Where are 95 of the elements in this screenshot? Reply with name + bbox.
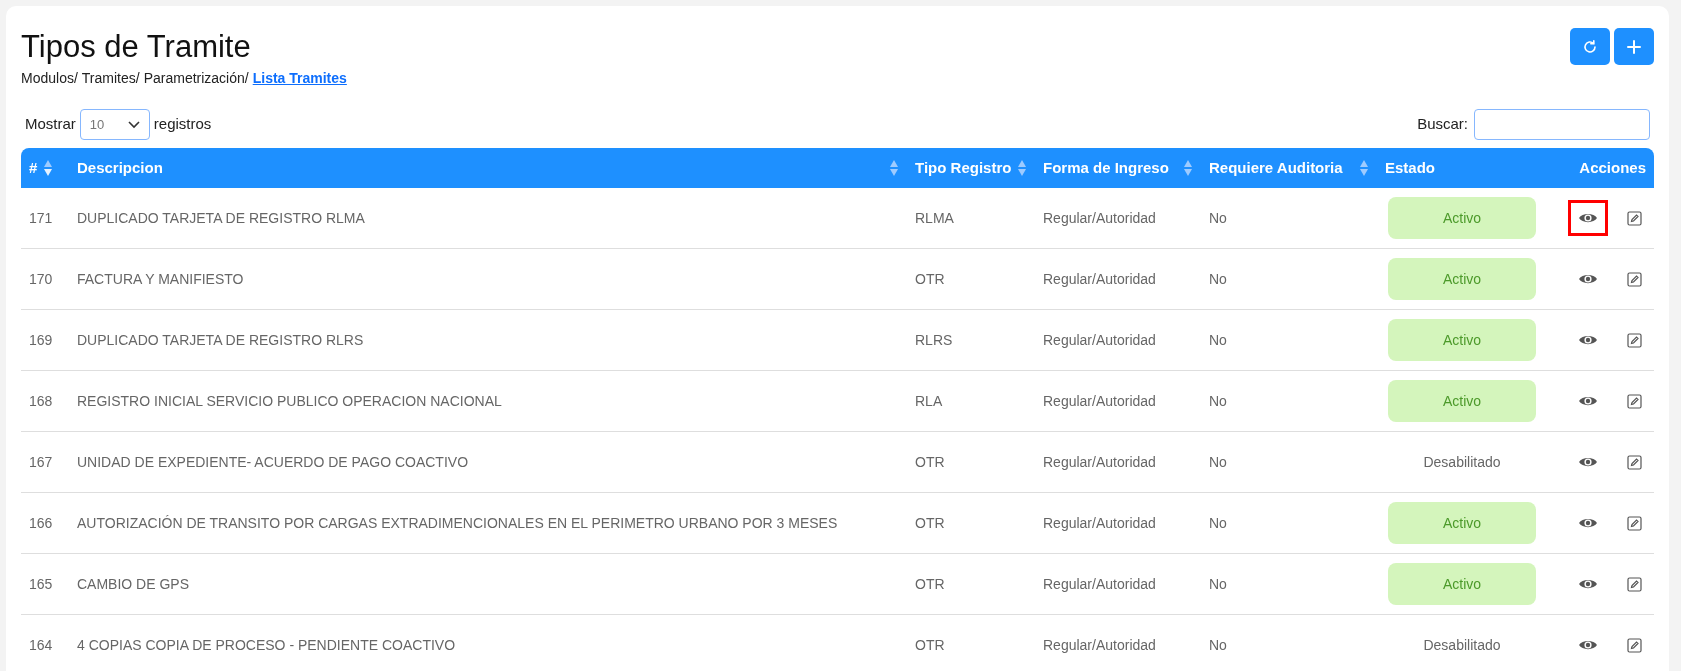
edit-button[interactable] <box>1626 576 1642 592</box>
status-text: Desabilitado <box>1422 635 1502 655</box>
table-cell-text: UNIDAD DE EXPEDIENTE- ACUERDO DE PAGO COACTIVO <box>76 452 470 472</box>
page-title: Tipos de Tramite <box>21 28 252 66</box>
pencil-square-icon <box>1626 515 1642 531</box>
eye-icon <box>1578 394 1598 408</box>
table-cell-text: RLA <box>914 391 944 411</box>
column-header[interactable]: Forma de Ingreso <box>1043 156 1169 180</box>
breadcrumb-link[interactable]: Lista Tramites <box>252 68 347 89</box>
table-cell-text: OTR <box>914 452 946 472</box>
pencil-square-icon <box>1626 210 1642 226</box>
eye-icon <box>1578 638 1598 652</box>
column-header[interactable]: # <box>29 156 38 180</box>
table-cell-text: 164 <box>28 635 54 655</box>
pencil-square-icon <box>1626 576 1642 592</box>
table-cell-text: 168 <box>28 391 54 411</box>
table-cell-text: 4 COPIAS COPIA DE PROCESO - PENDIENTE COACTIVO <box>76 635 457 655</box>
eye-icon <box>1578 211 1598 225</box>
status-badge: Activo <box>1388 197 1536 239</box>
edit-button[interactable] <box>1626 515 1642 531</box>
table-cell-text: No <box>1208 391 1228 411</box>
view-button[interactable] <box>1568 200 1608 236</box>
table-cell-text: No <box>1208 269 1228 289</box>
table-cell-text: No <box>1208 330 1228 350</box>
breadcrumb-item[interactable]: Tramites/ <box>81 68 140 89</box>
column-header[interactable]: Tipo Registro <box>915 156 1012 180</box>
table-cell-text: Regular/Autoridad <box>1042 635 1157 655</box>
page-size-select[interactable]: 10 <box>79 109 150 140</box>
table-cell-text: Regular/Autoridad <box>1042 269 1157 289</box>
table-cell-text: Regular/Autoridad <box>1042 208 1157 228</box>
length-label: Mostrar <box>25 114 76 135</box>
table-cell-text: No <box>1208 208 1228 228</box>
table-cell-text: Regular/Autoridad <box>1042 391 1157 411</box>
column-header[interactable]: Requiere Auditoria <box>1209 156 1343 180</box>
eye-icon <box>1578 516 1598 530</box>
pencil-square-icon <box>1626 393 1642 409</box>
eye-icon <box>1578 272 1598 286</box>
pencil-square-icon <box>1626 637 1642 653</box>
edit-button[interactable] <box>1626 637 1642 653</box>
table-cell-text: RLRS <box>914 330 954 350</box>
table-cell-text: 165 <box>28 574 54 594</box>
length-label: registros <box>153 114 212 135</box>
status-badge: Activo <box>1388 380 1536 422</box>
table-cell-text: REGISTRO INICIAL SERVICIO PUBLICO OPERACION NACIONAL <box>76 391 503 411</box>
table-cell-text: DUPLICADO TARJETA DE REGISTRO RLRS <box>76 330 365 350</box>
table-cell-text: No <box>1208 513 1228 533</box>
table-cell-text: FACTURA Y MANIFIESTO <box>76 269 245 289</box>
table-cell-text: No <box>1208 452 1228 472</box>
table-cell-text: Regular/Autoridad <box>1042 574 1157 594</box>
table-cell-text: RLMA <box>914 208 955 228</box>
table-cell-text: Regular/Autoridad <box>1042 330 1157 350</box>
status-badge: Activo <box>1388 319 1536 361</box>
breadcrumb-item[interactable]: Modulos/ <box>21 68 78 89</box>
table-cell-text: No <box>1208 635 1228 655</box>
pencil-square-icon <box>1626 454 1642 470</box>
edit-button[interactable] <box>1626 332 1642 348</box>
add-button[interactable] <box>1614 28 1654 65</box>
pencil-square-icon <box>1626 332 1642 348</box>
table-cell-text: 171 <box>28 208 54 228</box>
status-badge: Activo <box>1388 502 1536 544</box>
table-cell-text: 167 <box>28 452 54 472</box>
table-cell-text: OTR <box>914 269 946 289</box>
edit-button[interactable] <box>1626 271 1642 287</box>
chevron-down-icon <box>127 120 140 129</box>
eye-icon <box>1578 333 1598 347</box>
table-cell-text: DUPLICADO TARJETA DE REGISTRO RLMA <box>76 208 366 228</box>
table-cell-text: 166 <box>28 513 54 533</box>
breadcrumb-item[interactable]: Parametrización/ <box>143 68 249 89</box>
status-badge: Activo <box>1388 563 1536 605</box>
refresh-button[interactable] <box>1570 28 1610 65</box>
search-field[interactable] <box>1474 109 1650 140</box>
table-cell-text: OTR <box>914 635 946 655</box>
table-cell-text: CAMBIO DE GPS <box>76 574 191 594</box>
table-cell-text: Regular/Autoridad <box>1042 513 1157 533</box>
column-header[interactable]: Estado <box>1385 156 1435 180</box>
search-label: Buscar: <box>1417 114 1468 135</box>
table-cell-text: AUTORIZACIÓN DE TRANSITO POR CARGAS EXTRADIMENCIONALES EN EL PERIMETRO URBANO POR 3 MESES <box>76 513 839 533</box>
status-text: Desabilitado <box>1422 452 1502 472</box>
plus-icon <box>1626 38 1642 55</box>
pencil-square-icon <box>1626 271 1642 287</box>
table-cell-text: 170 <box>28 269 54 289</box>
table-cell-text: No <box>1208 574 1228 594</box>
edit-button[interactable] <box>1626 393 1642 409</box>
refresh-icon <box>1582 38 1598 55</box>
table-cell-text: OTR <box>914 513 946 533</box>
eye-icon <box>1578 577 1598 591</box>
column-header[interactable]: Descripcion <box>77 156 163 180</box>
table-cell-text: Regular/Autoridad <box>1042 452 1157 472</box>
eye-icon <box>1578 455 1598 469</box>
table-cell-text: 169 <box>28 330 54 350</box>
table-cell-text: OTR <box>914 574 946 594</box>
status-badge: Activo <box>1388 258 1536 300</box>
edit-button[interactable] <box>1626 454 1642 470</box>
edit-button[interactable] <box>1626 210 1642 226</box>
column-header[interactable]: Acciones <box>1579 156 1646 180</box>
